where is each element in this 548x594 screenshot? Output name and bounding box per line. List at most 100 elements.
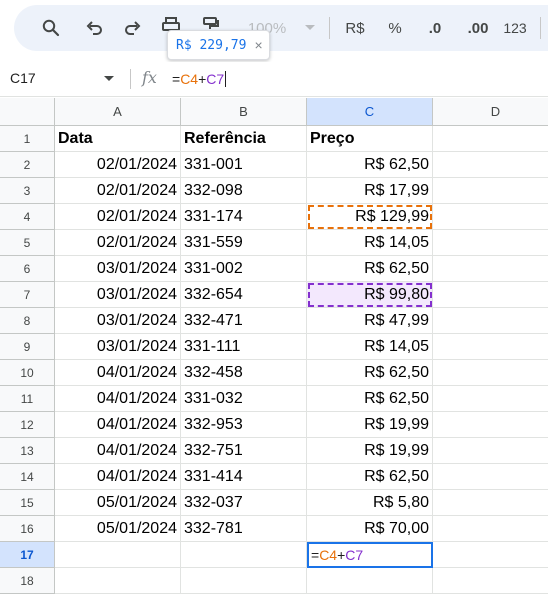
- cell-d13[interactable]: [433, 438, 548, 464]
- cell-a14[interactable]: 04/01/2024: [55, 464, 181, 490]
- cell-b13[interactable]: 332-751: [181, 438, 307, 464]
- cell-b5[interactable]: 331-559: [181, 230, 307, 256]
- cell-c2[interactable]: R$ 62,50: [307, 152, 433, 178]
- cell-a16[interactable]: 05/01/2024: [55, 516, 181, 542]
- row-header[interactable]: 17: [0, 542, 55, 568]
- cell-b10[interactable]: 332-458: [181, 360, 307, 386]
- increase-decimals-button[interactable]: .00: [460, 14, 496, 42]
- cell-b15[interactable]: 332-037: [181, 490, 307, 516]
- percent-format-button[interactable]: %: [382, 14, 408, 42]
- undo-icon[interactable]: [82, 14, 108, 42]
- cell-a7[interactable]: 03/01/2024: [55, 282, 181, 308]
- cell-c10[interactable]: R$ 62,50: [307, 360, 433, 386]
- row-header[interactable]: 13: [0, 438, 55, 464]
- currency-format-button[interactable]: R$: [338, 14, 372, 42]
- cell-c5[interactable]: R$ 14,05: [307, 230, 433, 256]
- cell-c13[interactable]: R$ 19,99: [307, 438, 433, 464]
- row-header[interactable]: 11: [0, 386, 55, 412]
- cell-d18[interactable]: [433, 568, 548, 594]
- cell-b16[interactable]: 332-781: [181, 516, 307, 542]
- cell-a9[interactable]: 03/01/2024: [55, 334, 181, 360]
- row-header[interactable]: 12: [0, 412, 55, 438]
- cell-b2[interactable]: 331-001: [181, 152, 307, 178]
- column-header-a[interactable]: A: [55, 98, 181, 126]
- row-header[interactable]: 6: [0, 256, 55, 282]
- cell-a8[interactable]: 03/01/2024: [55, 308, 181, 334]
- cell-c15[interactable]: R$ 5,80: [307, 490, 433, 516]
- cell-a5[interactable]: 02/01/2024: [55, 230, 181, 256]
- cell-a11[interactable]: 04/01/2024: [55, 386, 181, 412]
- row-header[interactable]: 14: [0, 464, 55, 490]
- cell-a10[interactable]: 04/01/2024: [55, 360, 181, 386]
- chevron-down-icon[interactable]: [300, 14, 320, 42]
- cell-a3[interactable]: 02/01/2024: [55, 178, 181, 204]
- cell-b3[interactable]: 332-098: [181, 178, 307, 204]
- cell-d14[interactable]: [433, 464, 548, 490]
- cell-a15[interactable]: 05/01/2024: [55, 490, 181, 516]
- cell-d16[interactable]: [433, 516, 548, 542]
- cell-d10[interactable]: [433, 360, 548, 386]
- cell-d7[interactable]: [433, 282, 548, 308]
- cell-b12[interactable]: 332-953: [181, 412, 307, 438]
- name-box-dropdown-icon[interactable]: [104, 76, 114, 81]
- cell-b9[interactable]: 331-111: [181, 334, 307, 360]
- row-header[interactable]: 7: [0, 282, 55, 308]
- cell-b14[interactable]: 331-414: [181, 464, 307, 490]
- cell-c3[interactable]: R$ 17,99: [307, 178, 433, 204]
- cell-a12[interactable]: 04/01/2024: [55, 412, 181, 438]
- cell-b18[interactable]: [181, 568, 307, 594]
- row-header[interactable]: 5: [0, 230, 55, 256]
- cell-c11[interactable]: R$ 62,50: [307, 386, 433, 412]
- cell-b6[interactable]: 331-002: [181, 256, 307, 282]
- cell-b8[interactable]: 332-471: [181, 308, 307, 334]
- cell-c1[interactable]: Preço: [307, 126, 433, 152]
- decrease-decimals-button[interactable]: .0: [420, 14, 450, 42]
- cell-d5[interactable]: [433, 230, 548, 256]
- cell-d17[interactable]: [433, 542, 548, 568]
- row-header[interactable]: 2: [0, 152, 55, 178]
- cell-d4[interactable]: [433, 204, 548, 230]
- cell-a4[interactable]: 02/01/2024: [55, 204, 181, 230]
- row-header[interactable]: 3: [0, 178, 55, 204]
- cell-a13[interactable]: 04/01/2024: [55, 438, 181, 464]
- cell-a2[interactable]: 02/01/2024: [55, 152, 181, 178]
- name-box[interactable]: C17: [10, 70, 36, 86]
- cell-c16[interactable]: R$ 70,00: [307, 516, 433, 542]
- cell-b17[interactable]: [181, 542, 307, 568]
- cell-c8[interactable]: R$ 47,99: [307, 308, 433, 334]
- row-header[interactable]: 8: [0, 308, 55, 334]
- row-header[interactable]: 9: [0, 334, 55, 360]
- cell-d2[interactable]: [433, 152, 548, 178]
- cell-d15[interactable]: [433, 490, 548, 516]
- cell-a18[interactable]: [55, 568, 181, 594]
- redo-icon[interactable]: [119, 14, 145, 42]
- cell-d3[interactable]: [433, 178, 548, 204]
- cell-c4[interactable]: R$ 129,99: [307, 204, 433, 230]
- cell-d8[interactable]: [433, 308, 548, 334]
- cell-b4[interactable]: 331-174: [181, 204, 307, 230]
- column-header-c[interactable]: C: [307, 98, 433, 126]
- row-header[interactable]: 4: [0, 204, 55, 230]
- row-header[interactable]: 16: [0, 516, 55, 542]
- select-all-corner[interactable]: [0, 98, 55, 126]
- cell-d1[interactable]: [433, 126, 548, 152]
- cell-a1[interactable]: Data: [55, 126, 181, 152]
- close-icon[interactable]: ×: [254, 37, 262, 53]
- formula-input[interactable]: =C4+C7: [172, 71, 227, 87]
- cell-d11[interactable]: [433, 386, 548, 412]
- cell-c9[interactable]: R$ 14,05: [307, 334, 433, 360]
- search-icon[interactable]: [38, 14, 64, 42]
- column-header-d[interactable]: D: [433, 98, 548, 126]
- cell-c14[interactable]: R$ 62,50: [307, 464, 433, 490]
- cell-c6[interactable]: R$ 62,50: [307, 256, 433, 282]
- active-cell-editor[interactable]: =C4+C7: [307, 542, 433, 568]
- more-formats-button[interactable]: 123: [500, 14, 530, 42]
- cell-c7[interactable]: R$ 99,80: [307, 282, 433, 308]
- cell-b7[interactable]: 332-654: [181, 282, 307, 308]
- cell-b1[interactable]: Referência: [181, 126, 307, 152]
- cell-d9[interactable]: [433, 334, 548, 360]
- cell-d6[interactable]: [433, 256, 548, 282]
- row-header[interactable]: 15: [0, 490, 55, 516]
- cell-a6[interactable]: 03/01/2024: [55, 256, 181, 282]
- cell-a17[interactable]: [55, 542, 181, 568]
